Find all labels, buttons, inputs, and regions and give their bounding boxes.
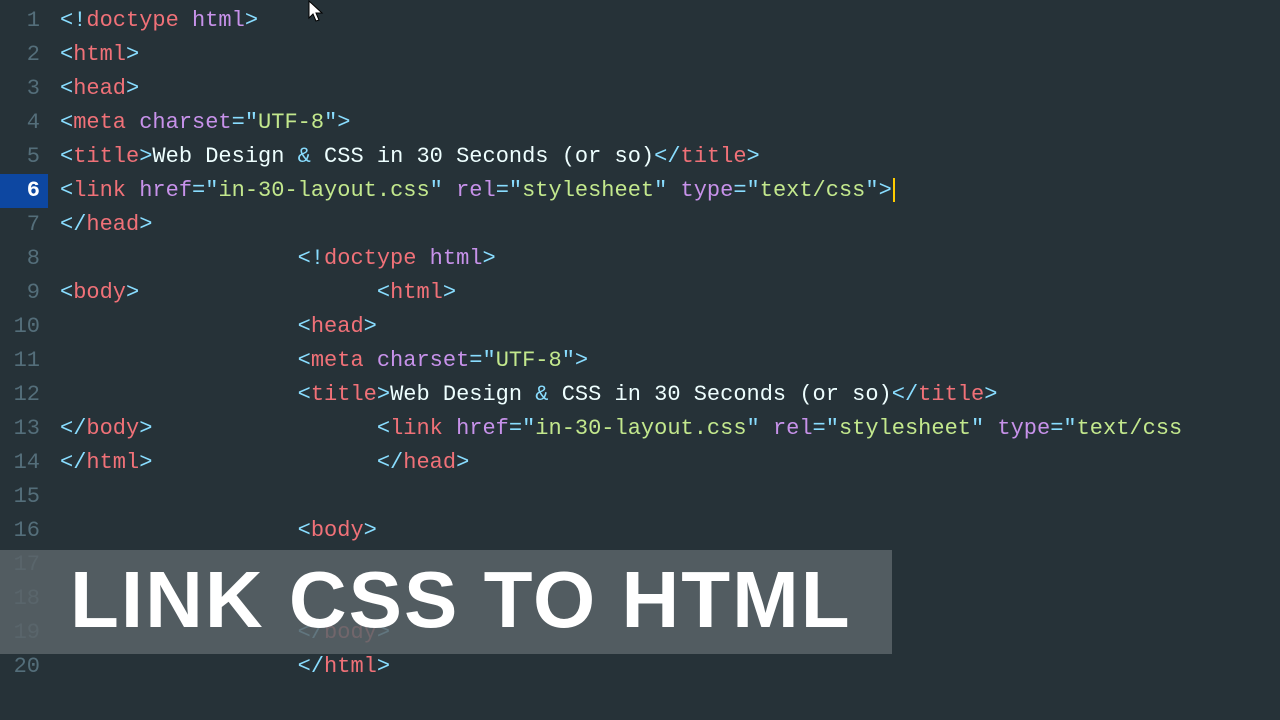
line-number: 8 <box>0 242 48 276</box>
title-banner-text: LINK CSS TO HTML <box>70 554 852 646</box>
line-number: 16 <box>0 514 48 548</box>
code-line[interactable]: <html> <box>60 38 1280 72</box>
code-line[interactable]: <head> <box>60 310 1280 344</box>
line-number: 9 <box>0 276 48 310</box>
line-number: 7 <box>0 208 48 242</box>
code-line[interactable]: <!doctype html> <box>60 4 1280 38</box>
line-number: 20 <box>0 650 48 684</box>
line-number: 11 <box>0 344 48 378</box>
code-line[interactable]: </html> </head> <box>60 446 1280 480</box>
code-line[interactable]: </html> <box>60 650 1280 684</box>
code-line[interactable]: <title>Web Design & CSS in 30 Seconds (o… <box>60 140 1280 174</box>
code-line[interactable]: </head> <box>60 208 1280 242</box>
code-line[interactable]: </body> <link href="in-30-layout.css" re… <box>60 412 1280 446</box>
code-line[interactable]: <meta charset="UTF-8"> <box>60 344 1280 378</box>
code-line[interactable] <box>60 480 1280 514</box>
line-number: 15 <box>0 480 48 514</box>
line-number: 1 <box>0 4 48 38</box>
code-line[interactable]: <title>Web Design & CSS in 30 Seconds (o… <box>60 378 1280 412</box>
code-line[interactable]: <body> <box>60 514 1280 548</box>
line-number: 12 <box>0 378 48 412</box>
code-line[interactable]: <!doctype html> <box>60 242 1280 276</box>
line-number: 5 <box>0 140 48 174</box>
line-number: 6 <box>0 174 48 208</box>
code-line[interactable]: <meta charset="UTF-8"> <box>60 106 1280 140</box>
line-number: 13 <box>0 412 48 446</box>
line-number: 4 <box>0 106 48 140</box>
line-number: 10 <box>0 310 48 344</box>
code-line[interactable]: <link href="in-30-layout.css" rel="style… <box>60 174 1280 208</box>
title-banner: LINK CSS TO HTML <box>0 550 892 654</box>
line-number: 3 <box>0 72 48 106</box>
code-line[interactable]: <head> <box>60 72 1280 106</box>
code-line[interactable]: <body> <html> <box>60 276 1280 310</box>
line-number: 2 <box>0 38 48 72</box>
line-number: 14 <box>0 446 48 480</box>
